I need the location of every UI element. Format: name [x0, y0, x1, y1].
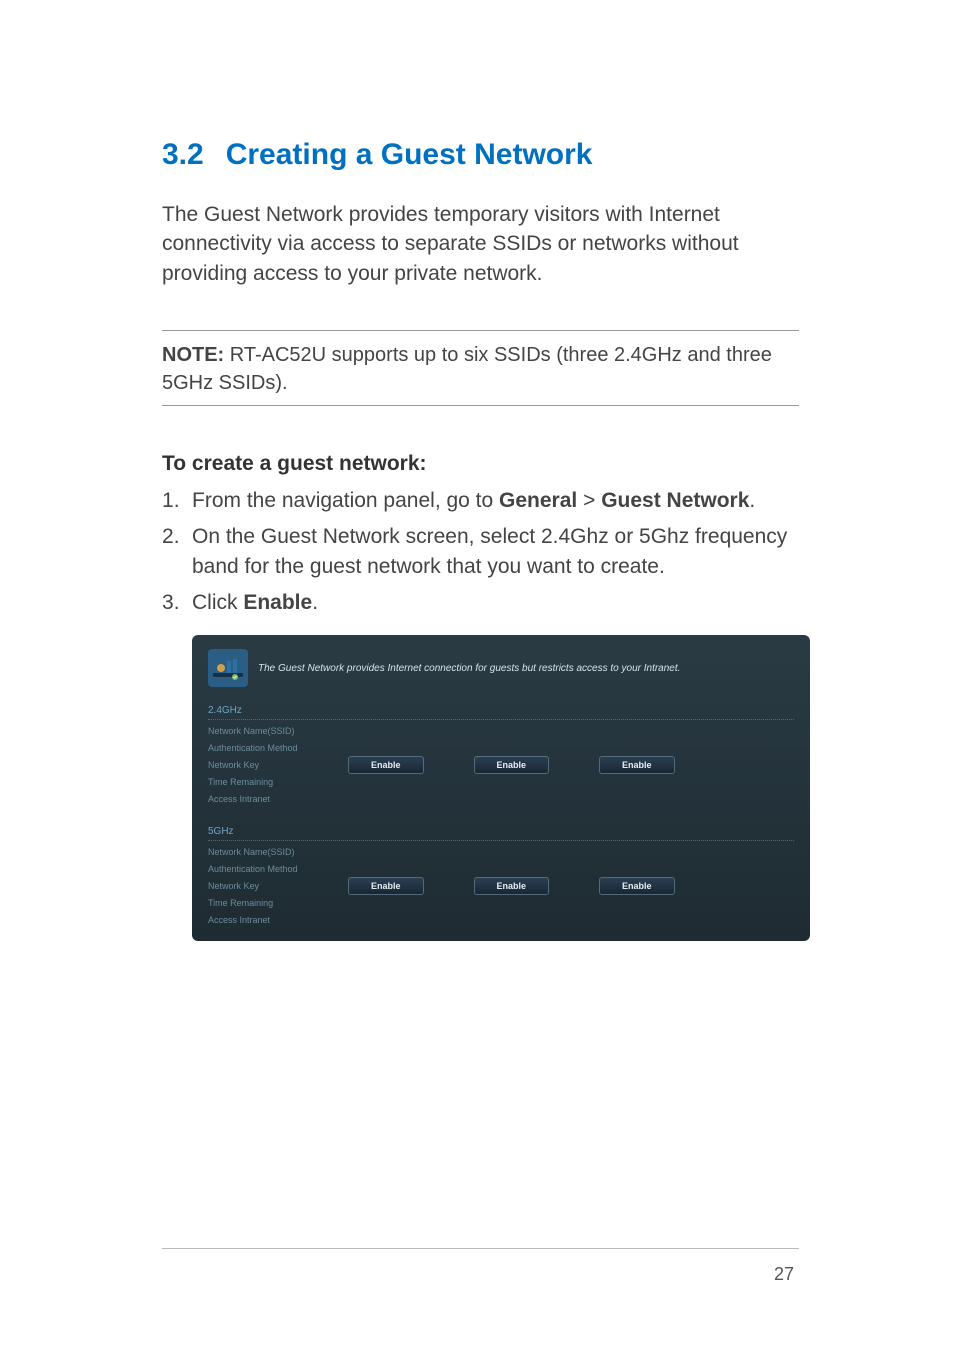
guest-network-screenshot: The Guest Network provides Internet conn…	[192, 635, 810, 941]
label-key: Network Key	[208, 760, 332, 770]
label-key-5: Network Key	[208, 881, 332, 891]
band-24ghz: 2.4GHz Network Name(SSID) Authentication…	[208, 701, 794, 804]
enable-button-5-3[interactable]: Enable	[599, 877, 675, 895]
step-3: Click Enable.	[162, 588, 799, 618]
enable-button-5-2[interactable]: Enable	[474, 877, 550, 895]
page-number: 27	[774, 1264, 794, 1285]
note-label: NOTE:	[162, 344, 224, 366]
screenshot-description: The Guest Network provides Internet conn…	[258, 662, 680, 675]
guest-network-icon	[208, 649, 248, 687]
label-ssid: Network Name(SSID)	[208, 726, 332, 736]
band-title-24: 2.4GHz	[208, 705, 794, 719]
footer-divider	[162, 1248, 799, 1249]
label-intranet-5: Access Intranet	[208, 915, 332, 925]
label-auth: Authentication Method	[208, 743, 332, 753]
screenshot-header: The Guest Network provides Internet conn…	[208, 649, 794, 687]
enable-button-24-3[interactable]: Enable	[599, 756, 675, 774]
enable-button-24-1[interactable]: Enable	[348, 756, 424, 774]
label-time-5: Time Remaining	[208, 898, 332, 908]
band-title-5: 5GHz	[208, 826, 794, 840]
step-2: On the Guest Network screen, select 2.4G…	[162, 522, 799, 582]
label-time: Time Remaining	[208, 777, 332, 787]
label-ssid-5: Network Name(SSID)	[208, 847, 332, 857]
label-auth-5: Authentication Method	[208, 864, 332, 874]
enable-button-5-1[interactable]: Enable	[348, 877, 424, 895]
section-title: Creating a Guest Network	[226, 138, 593, 171]
band-5ghz: 5GHz Network Name(SSID) Authentication M…	[208, 822, 794, 925]
subheading: To create a guest network:	[162, 452, 799, 476]
section-heading: 3.2 Creating a Guest Network	[162, 135, 799, 172]
label-intranet: Access Intranet	[208, 794, 332, 804]
step-1: From the navigation panel, go to General…	[162, 486, 799, 516]
note-text: RT-AC52U supports up to six SSIDs (three…	[162, 344, 772, 394]
note-box: NOTE: RT-AC52U supports up to six SSIDs …	[162, 330, 799, 406]
enable-button-24-2[interactable]: Enable	[474, 756, 550, 774]
section-number: 3.2	[162, 138, 204, 171]
steps-list: From the navigation panel, go to General…	[162, 486, 799, 617]
intro-paragraph: The Guest Network provides temporary vis…	[162, 200, 799, 288]
